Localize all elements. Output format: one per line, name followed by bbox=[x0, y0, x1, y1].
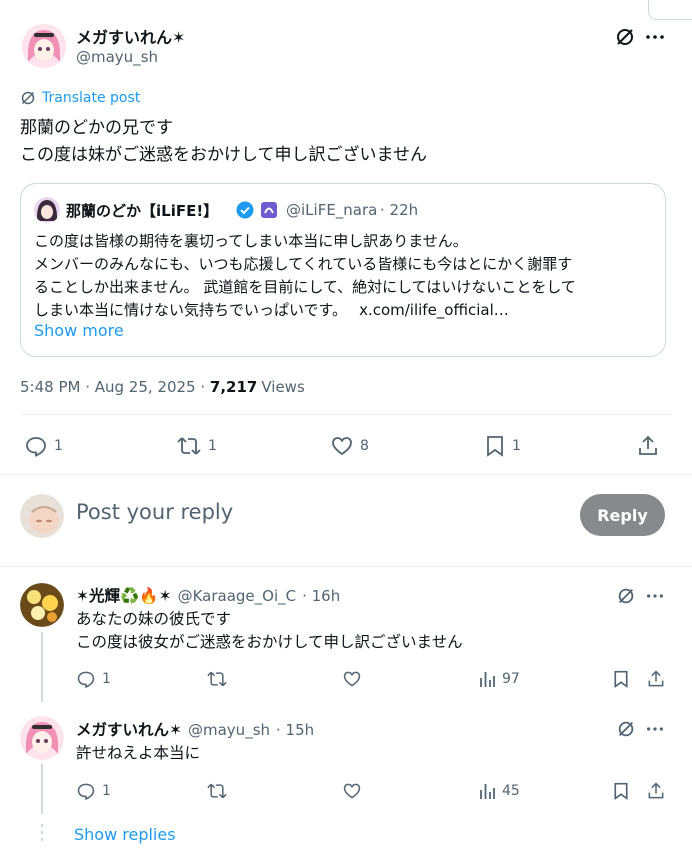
handle[interactable]: @mayu_sh bbox=[188, 721, 270, 739]
translate-icon bbox=[20, 90, 36, 106]
avatar[interactable] bbox=[22, 24, 66, 68]
heart-icon bbox=[330, 434, 354, 458]
reply-submit-button[interactable]: Reply bbox=[580, 494, 665, 536]
share-icon bbox=[636, 434, 660, 458]
reply-time[interactable]: · 15h bbox=[276, 721, 314, 739]
divider bbox=[0, 566, 692, 567]
more-options-icon[interactable] bbox=[645, 719, 665, 739]
like-button[interactable]: 8 bbox=[330, 434, 369, 458]
reply-count: 1 bbox=[102, 671, 111, 687]
reply-text-line: 許せねえよ本当に bbox=[76, 744, 201, 762]
views-button[interactable]: 97 bbox=[478, 669, 520, 689]
share-icon bbox=[646, 669, 666, 689]
thread-dots bbox=[41, 824, 43, 844]
views-count: 7,217 bbox=[209, 378, 258, 396]
handle[interactable]: @mayu_sh bbox=[76, 48, 158, 66]
show-more-link[interactable]: Show more bbox=[34, 321, 124, 340]
display-name[interactable]: メガすいれん✶ bbox=[76, 24, 185, 48]
views-count: 45 bbox=[502, 783, 520, 799]
quoted-text-line: メンバーのみんなにも、いつも応援してくれている皆様にも今はとにかく謝罪す bbox=[34, 255, 573, 273]
like-button[interactable] bbox=[342, 669, 362, 689]
repost-icon bbox=[206, 781, 228, 801]
grok-icon[interactable] bbox=[614, 26, 636, 48]
quoted-handle: @iLiFE_nara bbox=[286, 201, 378, 219]
bookmark-button[interactable] bbox=[612, 669, 630, 689]
bookmark-count: 1 bbox=[512, 438, 521, 454]
share-button[interactable] bbox=[646, 669, 666, 689]
reply-text-line: この度は彼女がご迷惑をおかけして申し訳ございません bbox=[76, 633, 463, 651]
thread-line bbox=[41, 764, 43, 814]
post-text-line1: 那蘭のどかの兄です bbox=[20, 118, 173, 138]
heart-icon bbox=[342, 781, 362, 801]
quoted-text-line: この度は皆様の期待を裏切ってしまい本当に申し訳ありません。 bbox=[34, 232, 468, 250]
share-icon bbox=[646, 781, 666, 801]
divider bbox=[0, 474, 692, 475]
divider bbox=[20, 414, 672, 415]
avatar bbox=[20, 494, 64, 538]
bookmark-button[interactable] bbox=[612, 781, 630, 801]
repost-count: 1 bbox=[208, 438, 217, 454]
grok-icon[interactable] bbox=[616, 586, 636, 606]
display-name[interactable]: ✶光輝♻️🔥✶ bbox=[76, 584, 172, 606]
reply-icon bbox=[24, 434, 48, 458]
quoted-display-name: 那蘭のどか【iLiFE!】 bbox=[66, 202, 219, 220]
grok-icon[interactable] bbox=[616, 719, 636, 739]
repost-icon bbox=[206, 669, 228, 689]
avatar[interactable] bbox=[20, 716, 64, 760]
post-text-line2: この度は妹がご迷惑をおかけして申し訳ございません bbox=[20, 145, 427, 165]
post-timestamp[interactable]: 5:48 PM · Aug 25, 2025 · bbox=[20, 378, 210, 396]
quoted-text-line: しまい本当に情けない気持ちでいっぱいです。 bbox=[34, 301, 348, 319]
bookmark-icon bbox=[484, 434, 506, 458]
views-button[interactable]: 45 bbox=[478, 781, 520, 801]
reply-submit-label: Reply bbox=[597, 505, 648, 525]
show-replies-link[interactable]: Show replies bbox=[74, 825, 176, 844]
reply-icon bbox=[76, 669, 96, 689]
repost-button[interactable] bbox=[206, 669, 228, 689]
reply-button[interactable]: 1 bbox=[76, 669, 111, 689]
quoted-time: · 22h bbox=[380, 201, 419, 219]
translate-label: Translate post bbox=[42, 90, 141, 106]
handle[interactable]: @Karaage_Oi_C bbox=[178, 587, 297, 605]
avatar bbox=[34, 197, 60, 223]
reply-button[interactable]: 1 bbox=[76, 781, 111, 801]
bookmark-icon bbox=[612, 669, 630, 689]
reply-time[interactable]: · 16h bbox=[302, 587, 340, 605]
more-options-icon[interactable] bbox=[645, 586, 665, 606]
like-button[interactable] bbox=[342, 781, 362, 801]
reply-text-line: あなたの妹の彼氏です bbox=[76, 610, 232, 628]
share-button[interactable] bbox=[636, 434, 660, 458]
repost-icon bbox=[176, 434, 202, 458]
quoted-link[interactable]: x.com/ilife_official… bbox=[359, 299, 509, 322]
repost-button[interactable] bbox=[206, 781, 228, 801]
reply-count: 1 bbox=[102, 783, 111, 799]
bookmark-icon bbox=[612, 781, 630, 801]
translate-post[interactable]: Translate post bbox=[20, 90, 140, 106]
thread-line bbox=[41, 632, 43, 702]
views-label: Views bbox=[261, 378, 305, 396]
analytics-icon bbox=[478, 669, 496, 689]
repost-button[interactable]: 1 bbox=[176, 434, 217, 458]
verified-badge-icon bbox=[236, 201, 254, 219]
like-count: 8 bbox=[360, 438, 369, 454]
reply-input[interactable]: Post your reply bbox=[76, 500, 233, 524]
heart-icon bbox=[342, 669, 362, 689]
reply-button[interactable]: 1 bbox=[24, 434, 63, 458]
reply-count: 1 bbox=[54, 438, 63, 454]
avatar[interactable] bbox=[20, 583, 64, 627]
scroll-tab[interactable] bbox=[648, 0, 692, 20]
more-options-icon[interactable] bbox=[644, 26, 666, 48]
reply-icon bbox=[76, 781, 96, 801]
affiliate-badge-icon bbox=[260, 201, 278, 219]
views-count: 97 bbox=[502, 671, 520, 687]
analytics-icon bbox=[478, 781, 496, 801]
bookmark-button[interactable]: 1 bbox=[484, 434, 521, 458]
display-name[interactable]: メガすいれん✶ bbox=[76, 718, 182, 740]
quoted-text-line: ることしか出来ません。 武道館を目前にして、絶対にしてはいけないことをして bbox=[34, 278, 576, 296]
share-button[interactable] bbox=[646, 781, 666, 801]
